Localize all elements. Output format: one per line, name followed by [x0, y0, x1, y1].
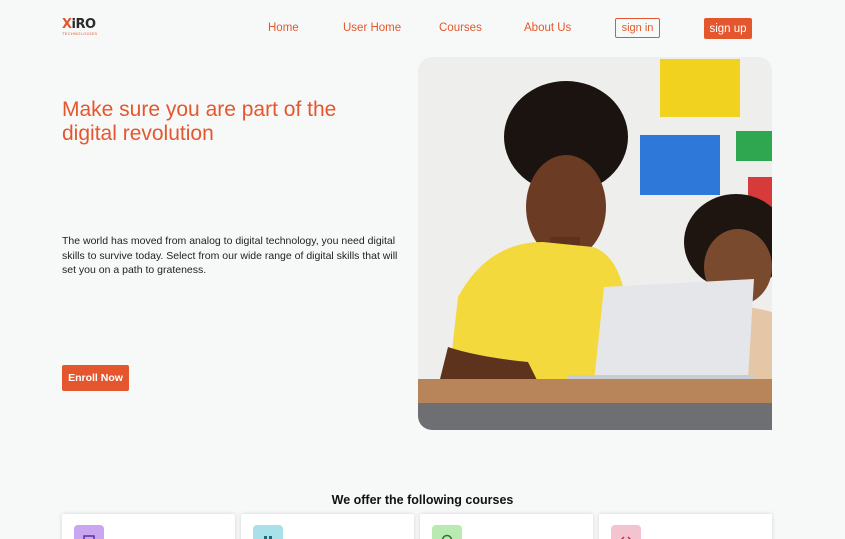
hero-title: Make sure you are part of the digital re…	[62, 98, 337, 145]
logo-subtitle: TECHNOLOGIES	[62, 31, 98, 36]
logo-x: X	[62, 17, 72, 32]
signup-button[interactable]: sign up	[704, 18, 752, 39]
course-card[interactable]	[241, 514, 414, 539]
signin-button[interactable]: sign in	[615, 18, 660, 38]
courses-heading: We offer the following courses	[331, 493, 514, 507]
course-card[interactable]	[420, 514, 593, 539]
nav-home-link[interactable]: Home	[268, 20, 299, 36]
globe-icon	[432, 525, 462, 539]
students-illustration	[418, 57, 772, 430]
course-card[interactable]	[62, 514, 235, 539]
logo[interactable]: XiRO TECHNOLOGIES	[62, 18, 106, 36]
code-icon	[611, 525, 641, 539]
nav-courses-link[interactable]: Courses	[439, 20, 482, 36]
logo-wordmark: XiRO	[62, 18, 106, 31]
course-card[interactable]	[599, 514, 772, 539]
grid-icon	[253, 525, 283, 539]
enroll-button[interactable]: Enroll Now	[62, 365, 129, 391]
nav-about-link[interactable]: About Us	[524, 20, 571, 36]
nav-user-home-link[interactable]: User Home	[343, 20, 401, 36]
logo-rest: iRO	[71, 17, 97, 32]
hero-image	[418, 57, 772, 430]
hero-description: The world has moved from analog to digit…	[62, 235, 398, 276]
monitor-icon	[74, 525, 104, 539]
